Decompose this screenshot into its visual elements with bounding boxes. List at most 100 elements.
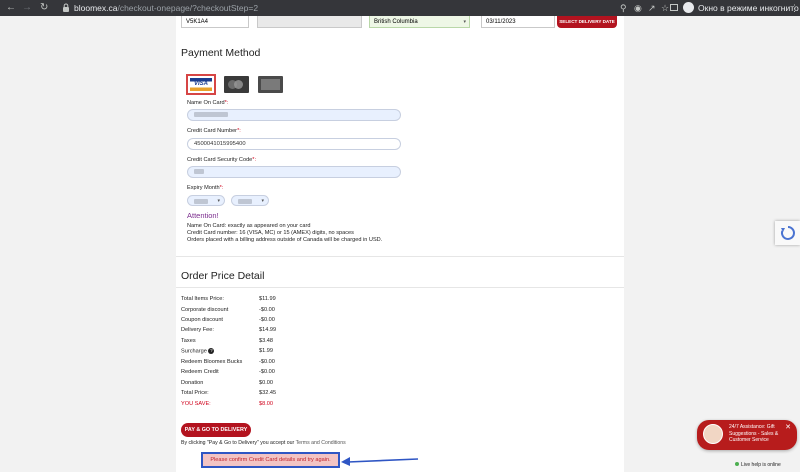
attention-heading: Attention!: [187, 211, 219, 220]
required-mark: *:: [224, 100, 229, 106]
star-icon[interactable]: ☆: [661, 3, 669, 14]
name-on-card-label: Name On Card*:: [187, 100, 228, 106]
reload-icon[interactable]: ↻: [40, 2, 48, 14]
order-row-label: Redeem Bloomex Bucks: [181, 359, 243, 365]
amex-card-icon: [261, 79, 280, 90]
required-mark: *:: [219, 185, 224, 191]
incognito-label: Окно в режиме инкогнито: [698, 2, 799, 13]
delivery-date-field[interactable]: 03/11/2023: [481, 16, 555, 28]
card-error-message: Please confirm Credit Card details and t…: [201, 452, 340, 468]
redacted-code: [194, 168, 204, 174]
order-row-value: -$0.00: [259, 317, 275, 323]
page-background-left: [0, 16, 176, 472]
order-row-value: -$0.00: [259, 369, 275, 375]
order-row-value: $0.00: [259, 380, 273, 386]
annotation-arrow: [341, 457, 419, 466]
order-row-value: $11.99: [259, 296, 276, 302]
order-row-label: Redeem Credit: [181, 369, 219, 375]
order-row-label: Total Price:: [181, 390, 209, 396]
mastercard-card-option[interactable]: [224, 76, 249, 93]
order-row-value: $14.99: [259, 327, 277, 333]
card-error-text: Please confirm Credit Card details and t…: [210, 457, 331, 463]
card-number-input[interactable]: 4500041015995400: [187, 138, 401, 150]
online-dot-icon: [735, 462, 739, 466]
chevron-down-icon: ▾: [261, 198, 264, 204]
postal-code-field[interactable]: V5K1A4: [181, 16, 249, 28]
visa-card-option[interactable]: VISA: [186, 74, 216, 95]
close-icon[interactable]: ✕: [785, 423, 791, 431]
expiry-month-label-text: Expiry Month: [187, 185, 220, 191]
name-on-card-label-text: Name On Card: [187, 100, 225, 106]
payment-method-heading: Payment Method: [181, 47, 261, 59]
live-chat-widget[interactable]: 24/7 Assistance: Gift Suggestions - Sale…: [697, 420, 797, 450]
chevron-down-icon: ▾: [217, 198, 220, 204]
pay-and-go-to-delivery-button[interactable]: PAY & GO TO DELIVERY: [181, 423, 251, 437]
help-icon[interactable]: ?: [208, 348, 215, 354]
security-code-label-text: Credit Card Security Code: [187, 157, 253, 163]
forward-icon[interactable]: →: [22, 2, 32, 14]
you-save-label: YOU SAVE:: [181, 401, 211, 407]
share-icon[interactable]: ↗: [648, 3, 656, 14]
order-row-label: Delivery Fee:: [181, 327, 214, 333]
back-icon[interactable]: ←: [6, 2, 16, 14]
incognito-indicator[interactable]: Окно в режиме инкогнито: [683, 2, 799, 13]
section-divider: [176, 287, 624, 288]
order-row-label: Coupon discount: [181, 317, 223, 323]
required-mark: *:: [252, 157, 257, 163]
redacted-name: [194, 111, 228, 117]
url-path: /checkout-onepage/?checkoutStep=2: [117, 3, 259, 13]
name-on-card-input[interactable]: [187, 109, 401, 121]
you-save-value: $8.00: [259, 401, 273, 407]
mastercard-circle: [234, 80, 243, 89]
card-number-label: Credit Card Number*:: [187, 128, 241, 134]
visa-logo-text: VISA: [193, 81, 208, 87]
order-row-label: Total Items Price:: [181, 296, 224, 302]
live-help-text: Live help is online: [741, 462, 781, 468]
page-background-right: [624, 16, 800, 472]
card-number-label-text: Credit Card Number: [187, 128, 238, 134]
chevron-down-icon: ▾: [463, 19, 466, 25]
order-row-label: Corporate discount: [181, 307, 229, 313]
recaptcha-icon: [780, 226, 795, 240]
redacted-month: [194, 199, 208, 204]
order-row-label-text: Surcharge: [181, 348, 207, 355]
security-code-label: Credit Card Security Code*:: [187, 157, 256, 163]
terms-link[interactable]: Terms and Conditions: [296, 440, 346, 446]
select-delivery-date-button[interactable]: SELECT DELIVERY DATE: [557, 16, 617, 28]
required-mark: *:: [237, 128, 241, 134]
province-value: British Columbia: [374, 19, 418, 25]
eye-off-icon[interactable]: ◉: [634, 3, 642, 14]
surcharge-row-label: Surcharge ?: [181, 348, 215, 355]
order-price-heading: Order Price Detail: [181, 270, 265, 282]
terms-prefix: By clicking "Pay & Go to Delivery" you a…: [181, 440, 296, 446]
expiry-month-select[interactable]: ▾: [187, 195, 225, 206]
lock-icon[interactable]: [62, 3, 70, 12]
expiry-month-label: Expiry Month*:: [187, 185, 223, 191]
amex-card-option[interactable]: [258, 76, 283, 93]
order-row-value: $1.99: [259, 348, 273, 354]
menu-icon[interactable]: ⋮: [790, 3, 799, 14]
order-row-label: Taxes: [181, 338, 196, 344]
expiry-year-select[interactable]: ▾: [231, 195, 269, 206]
incognito-icon: [683, 2, 694, 13]
card-note-3: Orders placed with a billing address out…: [187, 237, 383, 243]
address-bar[interactable]: bloomex.ca/checkout-onepage/?checkoutSte…: [74, 3, 258, 13]
redacted-year: [238, 199, 252, 204]
terms-notice: By clicking "Pay & Go to Delivery" you a…: [181, 440, 346, 446]
side-panel-icon[interactable]: [670, 4, 678, 11]
browser-toolbar: ← → ↻ bloomex.ca/checkout-onepage/?check…: [0, 0, 800, 16]
province-select[interactable]: British Columbia ▾: [369, 16, 470, 28]
security-code-input[interactable]: [187, 166, 401, 178]
search-icon[interactable]: ⚲: [620, 3, 627, 14]
url-host: bloomex.ca: [74, 3, 118, 13]
order-row-value: -$0.00: [259, 307, 275, 313]
chat-agent-avatar: [703, 424, 723, 444]
live-help-status[interactable]: Live help is online: [735, 462, 781, 468]
section-divider: [176, 256, 624, 257]
order-row-value: $3.48: [259, 338, 273, 344]
order-row-label: Donation: [181, 380, 204, 386]
order-row-value: $32.45: [259, 390, 277, 396]
chat-text: 24/7 Assistance: Gift Suggestions - Sale…: [729, 424, 779, 443]
city-field[interactable]: [257, 16, 362, 28]
recaptcha-badge[interactable]: [775, 221, 800, 245]
